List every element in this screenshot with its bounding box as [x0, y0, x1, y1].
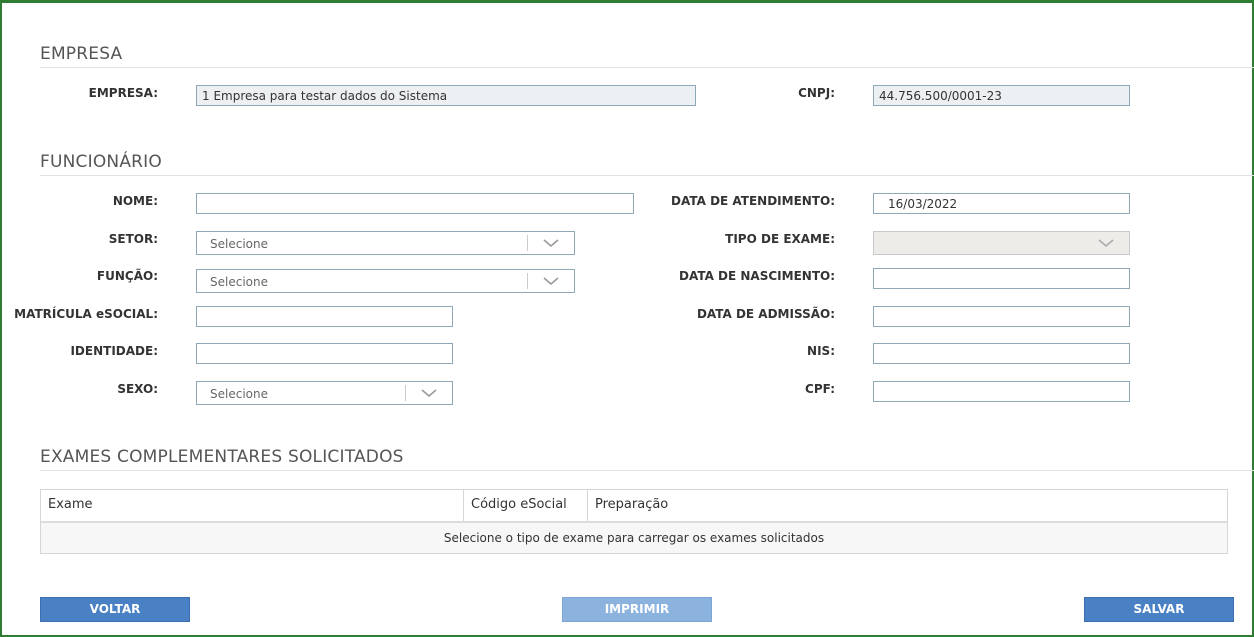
section-divider [40, 175, 1254, 176]
funcao-select-value: Selecione [210, 275, 268, 289]
nis-label: NIS: [807, 344, 835, 358]
funcao-label: FUNÇÃO: [96, 269, 158, 283]
section-title-funcionario: FUNCIONÁRIO [40, 152, 162, 172]
setor-label: SETOR: [108, 232, 158, 246]
column-header-exame[interactable]: Exame [41, 490, 464, 521]
table-header: Exame Código eSocial Preparação [41, 490, 1227, 523]
section-divider [40, 470, 1254, 471]
chevron-down-icon[interactable] [420, 386, 438, 400]
setor-select-value: Selecione [210, 237, 268, 251]
nis-input[interactable] [873, 343, 1130, 364]
empresa-label: EMPRESA: [88, 86, 158, 100]
nome-input[interactable] [196, 193, 634, 214]
sexo-select-value: Selecione [210, 387, 268, 401]
cnpj-field[interactable] [873, 85, 1130, 106]
identidade-label: IDENTIDADE: [70, 344, 158, 358]
sexo-label: SEXO: [117, 382, 158, 396]
exames-table: Exame Código eSocial Preparação Selecion… [40, 489, 1228, 554]
chevron-down-icon[interactable] [1097, 236, 1115, 250]
section-title-exames: EXAMES COMPLEMENTARES SOLICITADOS [40, 447, 404, 467]
data-atendimento-label: DATA DE ATENDIMENTO: [671, 194, 835, 208]
cpf-input[interactable] [873, 381, 1130, 402]
data-nascimento-input[interactable] [873, 268, 1130, 289]
nome-label: NOME: [112, 194, 158, 208]
identidade-input[interactable] [196, 343, 453, 364]
setor-select[interactable]: Selecione [196, 231, 575, 255]
matricula-input[interactable] [196, 306, 453, 327]
chevron-down-icon[interactable] [542, 274, 560, 288]
data-nascimento-label: DATA DE NASCIMENTO: [679, 269, 835, 283]
imprimir-button[interactable]: IMPRIMIR [562, 597, 712, 622]
salvar-button[interactable]: SALVAR [1084, 597, 1234, 622]
tipo-exame-label: TIPO DE EXAME: [725, 232, 835, 246]
matricula-label: MATRÍCULA eSOCIAL: [14, 307, 158, 321]
data-admissao-input[interactable] [873, 306, 1130, 327]
select-separator [527, 273, 528, 289]
data-admissao-label: DATA DE ADMISSÃO: [696, 307, 835, 321]
data-atendimento-input[interactable] [873, 193, 1130, 214]
chevron-down-icon[interactable] [542, 236, 560, 250]
tipo-exame-select[interactable] [873, 231, 1130, 255]
sexo-select[interactable]: Selecione [196, 381, 453, 405]
empresa-field[interactable] [196, 85, 696, 106]
column-header-codigo-esocial[interactable]: Código eSocial [464, 490, 588, 521]
voltar-button[interactable]: VOLTAR [40, 597, 190, 622]
select-separator [527, 235, 528, 251]
cnpj-label: CNPJ: [798, 86, 835, 100]
section-title-empresa: EMPRESA [40, 44, 123, 64]
cpf-label: CPF: [805, 382, 835, 396]
table-empty-message: Selecione o tipo de exame para carregar … [41, 523, 1227, 553]
select-separator [405, 385, 406, 401]
section-divider [40, 67, 1254, 68]
funcao-select[interactable]: Selecione [196, 269, 575, 293]
column-header-preparacao[interactable]: Preparação [588, 490, 1227, 521]
